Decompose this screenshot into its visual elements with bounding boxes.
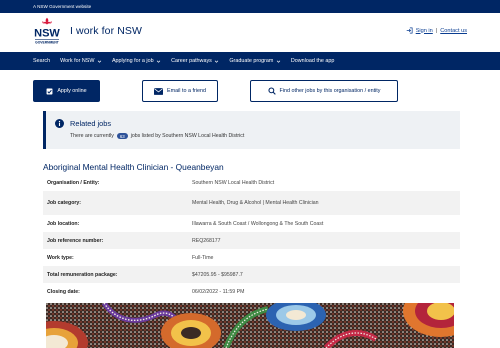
- detail-label: Job location:: [47, 220, 80, 227]
- detail-label: Organisation / Entity:: [47, 179, 100, 186]
- related-jobs-title: Related jobs: [70, 119, 112, 128]
- chevron-down-icon: [97, 60, 102, 63]
- email-to-a-friend-label: Email to a friend: [167, 88, 206, 94]
- email-to-a-friend-button[interactable]: Email to a friend: [142, 80, 218, 102]
- nav-item-label: Applying for a job: [111, 58, 154, 64]
- checkbox-icon: [46, 88, 53, 94]
- nsw-logo[interactable]: NSW GOVERNMENT: [33, 17, 61, 47]
- link-separator: |: [435, 27, 438, 34]
- government-banner: A NSW Government website: [0, 0, 500, 13]
- detail-label: Work type:: [47, 254, 74, 261]
- nav-item-search[interactable]: Search: [33, 58, 50, 64]
- nav-item-label: Download the app: [290, 58, 335, 64]
- detail-row-organisation: Organisation / Entity: Southern NSW Loca…: [43, 174, 460, 191]
- related-jobs-panel: Related jobs There are currently 63 jobs…: [43, 111, 460, 149]
- related-jobs-count-badge[interactable]: 63: [116, 133, 128, 139]
- detail-value: Full-Time: [192, 254, 214, 261]
- find-other-jobs-button[interactable]: Find other jobs by this organisation / e…: [250, 80, 398, 102]
- nav-item-label: Search: [33, 58, 51, 64]
- chevron-down-icon: [215, 60, 219, 63]
- detail-value: Mental Health, Drug & Alcohol | Mental H…: [192, 200, 319, 206]
- detail-label: Closing date:: [47, 288, 80, 295]
- aboriginal-artwork-banner: [46, 303, 454, 348]
- site-title[interactable]: I work for NSW: [70, 25, 142, 37]
- detail-label: Job category:: [47, 200, 82, 206]
- nav-item-career-pathways[interactable]: Career pathways: [171, 58, 219, 64]
- nav-item-work-for-nsw[interactable]: Work for NSW: [60, 58, 102, 64]
- envelope-icon: [154, 87, 164, 95]
- sign-in-link[interactable]: Sign in: [416, 28, 433, 34]
- detail-row-closing-date: Closing date: 06/02/2022 - 11:59 PM: [43, 283, 460, 300]
- detail-row-remuneration: Total remuneration package: $47205.95 - …: [43, 266, 460, 283]
- job-details-table: Organisation / Entity: Southern NSW Loca…: [43, 174, 460, 300]
- nav-item-label: Graduate program: [229, 58, 274, 64]
- detail-row-job-category: Job category: Mental Health, Drug & Alco…: [43, 191, 460, 215]
- sign-in-icon: [406, 27, 413, 34]
- detail-row-job-reference: Job reference number: REQ268177: [43, 232, 460, 249]
- detail-value: $47205.95 - $95987.7: [192, 271, 243, 278]
- nav-item-graduate-program[interactable]: Graduate program: [229, 58, 281, 64]
- detail-row-work-type: Work type: Full-Time: [43, 249, 460, 266]
- svg-text:GOVERNMENT: GOVERNMENT: [35, 41, 59, 45]
- utility-links: Sign in | Contact us: [406, 27, 467, 34]
- nav-item-label: Career pathways: [171, 58, 212, 64]
- search-icon: [267, 87, 276, 95]
- apply-online-button[interactable]: Apply online: [33, 80, 100, 102]
- job-actions: Apply online Email to a friend Find othe…: [33, 80, 467, 102]
- detail-value: Southern NSW Local Health District: [192, 179, 275, 186]
- contact-us-link[interactable]: Contact us: [440, 28, 467, 34]
- main-navigation: Search Work for NSW Applying for a job C…: [0, 52, 500, 70]
- artwork-image: [46, 303, 454, 348]
- chevron-down-icon: [276, 60, 281, 63]
- find-other-jobs-label: Find other jobs by this organisation / e…: [279, 88, 381, 94]
- nav-item-label: Work for NSW: [60, 58, 95, 64]
- detail-label: Total remuneration package:: [47, 271, 118, 278]
- site-header: NSW GOVERNMENT I work for NSW Sign in | …: [0, 13, 500, 52]
- apply-online-label: Apply online: [57, 88, 87, 94]
- job-title: Aboriginal Mental Health Clinician - Que…: [43, 162, 224, 172]
- detail-row-job-location: Job location: Illawarra & South Coast / …: [43, 215, 460, 232]
- related-jobs-suffix: jobs listed by Southern NSW Local Health…: [130, 133, 245, 139]
- nav-item-download-the-app[interactable]: Download the app: [291, 58, 334, 64]
- related-jobs-prefix: There are currently: [70, 133, 114, 139]
- nav-item-applying-for-a-job[interactable]: Applying for a job: [112, 58, 161, 64]
- info-icon: [55, 119, 64, 128]
- related-jobs-text: There are currently 63 jobs listed by So…: [70, 133, 244, 139]
- detail-value: REQ268177: [192, 237, 221, 244]
- detail-value: Illawarra & South Coast / Wollongong & T…: [192, 220, 324, 227]
- detail-value: 06/02/2022 - 11:59 PM: [192, 288, 245, 295]
- svg-text:NSW: NSW: [34, 28, 60, 40]
- detail-label: Job reference number:: [47, 237, 104, 244]
- chevron-down-icon: [156, 60, 161, 63]
